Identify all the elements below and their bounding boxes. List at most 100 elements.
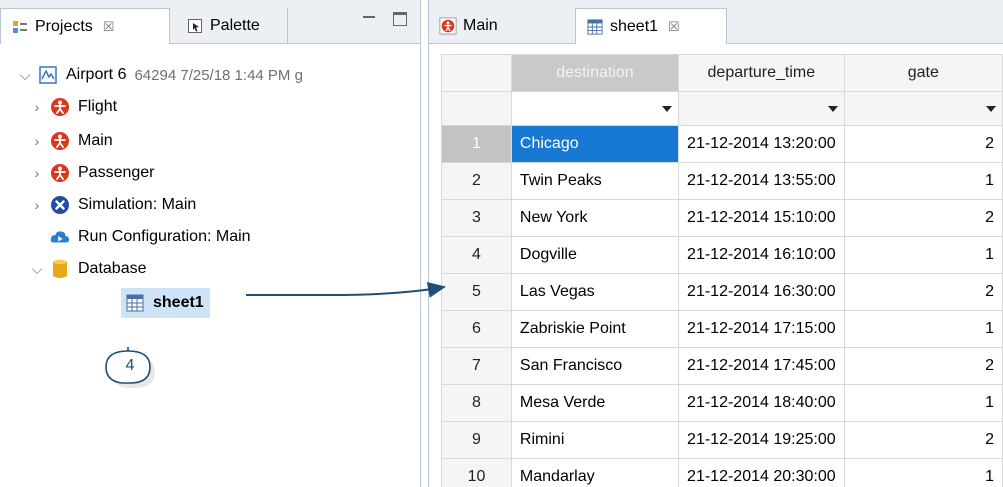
- cell-destination[interactable]: Twin Peaks: [510, 162, 680, 200]
- cell-departure-time[interactable]: 21-12-2014 16:30:00: [678, 273, 845, 311]
- callout-badge: 4: [104, 341, 156, 391]
- table-row[interactable]: 7 San Francisco 21-12-2014 17:45:00 2: [441, 347, 1003, 385]
- filter-departure-time[interactable]: [678, 91, 845, 126]
- cell-gate[interactable]: 2: [843, 421, 1003, 459]
- table-row[interactable]: 6 Zabriskie Point 21-12-2014 17:15:00 1: [441, 310, 1003, 348]
- cell-gate[interactable]: 2: [843, 347, 1003, 385]
- cell-destination[interactable]: Mandarlay: [510, 458, 680, 487]
- close-icon[interactable]: ☒: [103, 19, 115, 35]
- tree-item-simulation[interactable]: › Simulation: Main: [30, 192, 196, 218]
- callout-number: 4: [125, 357, 135, 374]
- tab-projects-label: Projects: [35, 17, 93, 35]
- dropdown-arrow-icon[interactable]: [986, 105, 996, 112]
- table-row[interactable]: 10 Mandarlay 21-12-2014 20:30:00 1: [441, 458, 1003, 487]
- database-icon: [50, 259, 70, 279]
- chevron-down-icon[interactable]: ⌵: [18, 67, 32, 84]
- table-row[interactable]: 8 Mesa Verde 21-12-2014 18:40:00 1: [441, 384, 1003, 422]
- cell-gate[interactable]: 2: [843, 273, 1003, 311]
- tree-item-label: sheet1: [153, 294, 204, 311]
- cell-gate[interactable]: 1: [843, 162, 1003, 200]
- tree-item-main[interactable]: › Main: [30, 128, 113, 154]
- dropdown-arrow-icon[interactable]: [662, 105, 673, 112]
- agent-icon: [50, 131, 70, 151]
- cell-gate[interactable]: 1: [843, 310, 1003, 348]
- table-row[interactable]: 3 New York 21-12-2014 15:10:00 2: [441, 199, 1003, 237]
- filter-gate[interactable]: [843, 91, 1003, 126]
- editor-panel: Main sheet1 ☒ destination departure_time…: [428, 0, 1003, 487]
- cell-destination[interactable]: Las Vegas: [510, 273, 680, 311]
- table-row[interactable]: 9 Rimini 21-12-2014 19:25:00 2: [441, 421, 1003, 459]
- row-number: 4: [441, 236, 512, 274]
- tab-main[interactable]: Main: [429, 8, 529, 44]
- editor-tabbar: Main sheet1 ☒: [429, 0, 1003, 44]
- tab-projects[interactable]: Projects ☒: [0, 8, 170, 44]
- table-row[interactable]: 1 Chicago 21-12-2014 13:20:00 2: [441, 125, 1003, 163]
- cell-destination[interactable]: San Francisco: [510, 347, 680, 385]
- chevron-right-icon[interactable]: ›: [30, 165, 44, 181]
- row-number: 9: [441, 421, 512, 459]
- tab-palette-label: Palette: [210, 17, 260, 34]
- cell-destination[interactable]: Chicago: [510, 125, 680, 163]
- cell-departure-time[interactable]: 21-12-2014 20:30:00: [678, 458, 845, 487]
- row-number-header: [441, 54, 512, 92]
- cell-destination[interactable]: Zabriskie Point: [510, 310, 680, 348]
- row-number: 1: [441, 125, 512, 163]
- column-header-destination[interactable]: destination: [510, 54, 680, 92]
- tab-palette[interactable]: Palette: [176, 8, 288, 44]
- simulation-icon: [50, 195, 70, 215]
- row-number: 7: [441, 347, 512, 385]
- cell-departure-time[interactable]: 21-12-2014 13:20:00: [678, 125, 845, 163]
- cell-destination[interactable]: Dogville: [510, 236, 680, 274]
- tree-item-label: Airport 6: [66, 66, 127, 83]
- tree-item-flight[interactable]: › Flight: [30, 94, 117, 120]
- tree-item-label: Database: [78, 260, 147, 277]
- cell-departure-time[interactable]: 21-12-2014 17:15:00: [678, 310, 845, 348]
- table-row[interactable]: 2 Twin Peaks 21-12-2014 13:55:00 1: [441, 162, 1003, 200]
- tree-item-run-configuration[interactable]: Run Configuration: Main: [50, 224, 251, 250]
- tree-item-airport[interactable]: ⌵ Airport 6 64294 7/25/18 1:44 PM g: [18, 62, 303, 88]
- chevron-right-icon[interactable]: ›: [30, 197, 44, 213]
- tree-item-label: Passenger: [78, 164, 155, 181]
- data-table: destination departure_time gate 1 Chicag…: [441, 54, 1003, 487]
- tree-item-sheet1[interactable]: sheet1: [121, 288, 210, 318]
- cell-departure-time[interactable]: 21-12-2014 18:40:00: [678, 384, 845, 422]
- table-row[interactable]: 5 Las Vegas 21-12-2014 16:30:00 2: [441, 273, 1003, 311]
- table-icon: [586, 17, 604, 37]
- cell-departure-time[interactable]: 21-12-2014 19:25:00: [678, 421, 845, 459]
- chevron-down-icon[interactable]: ⌵: [30, 261, 44, 278]
- column-header-departure-time[interactable]: departure_time: [678, 54, 845, 92]
- run-configuration-icon: [50, 227, 70, 247]
- row-number: 5: [441, 273, 512, 311]
- model-icon: [38, 65, 58, 85]
- tab-sheet1[interactable]: sheet1 ☒: [575, 8, 727, 44]
- tree-item-database[interactable]: ⌵ Database: [30, 256, 147, 282]
- cell-gate[interactable]: 1: [843, 236, 1003, 274]
- cell-departure-time[interactable]: 21-12-2014 13:55:00: [678, 162, 845, 200]
- tree-item-passenger[interactable]: › Passenger: [30, 160, 155, 186]
- column-header-gate[interactable]: gate: [843, 54, 1003, 92]
- minimize-icon[interactable]: [362, 12, 376, 26]
- chevron-right-icon[interactable]: ›: [30, 133, 44, 149]
- cell-gate[interactable]: 2: [843, 199, 1003, 237]
- cell-destination[interactable]: New York: [510, 199, 680, 237]
- cell-gate[interactable]: 1: [843, 384, 1003, 422]
- projects-icon: [11, 17, 29, 37]
- table-row[interactable]: 4 Dogville 21-12-2014 16:10:00 1: [441, 236, 1003, 274]
- tree-item-label: Run Configuration: Main: [78, 228, 251, 245]
- table-icon: [125, 293, 145, 313]
- cell-destination[interactable]: Rimini: [510, 421, 680, 459]
- cell-gate[interactable]: 2: [843, 125, 1003, 163]
- chevron-right-icon[interactable]: ›: [30, 99, 44, 115]
- tab-sheet1-label: sheet1: [610, 17, 659, 35]
- cell-departure-time[interactable]: 21-12-2014 17:45:00: [678, 347, 845, 385]
- cell-destination[interactable]: Mesa Verde: [510, 384, 680, 422]
- close-icon[interactable]: ☒: [668, 19, 680, 35]
- maximize-icon[interactable]: [393, 12, 407, 26]
- agent-icon: [50, 97, 70, 117]
- row-number: 3: [441, 199, 512, 237]
- cell-departure-time[interactable]: 21-12-2014 16:10:00: [678, 236, 845, 274]
- dropdown-arrow-icon[interactable]: [827, 105, 838, 112]
- cell-departure-time[interactable]: 21-12-2014 15:10:00: [678, 199, 845, 237]
- cell-gate[interactable]: 1: [843, 458, 1003, 487]
- filter-destination[interactable]: [510, 91, 680, 126]
